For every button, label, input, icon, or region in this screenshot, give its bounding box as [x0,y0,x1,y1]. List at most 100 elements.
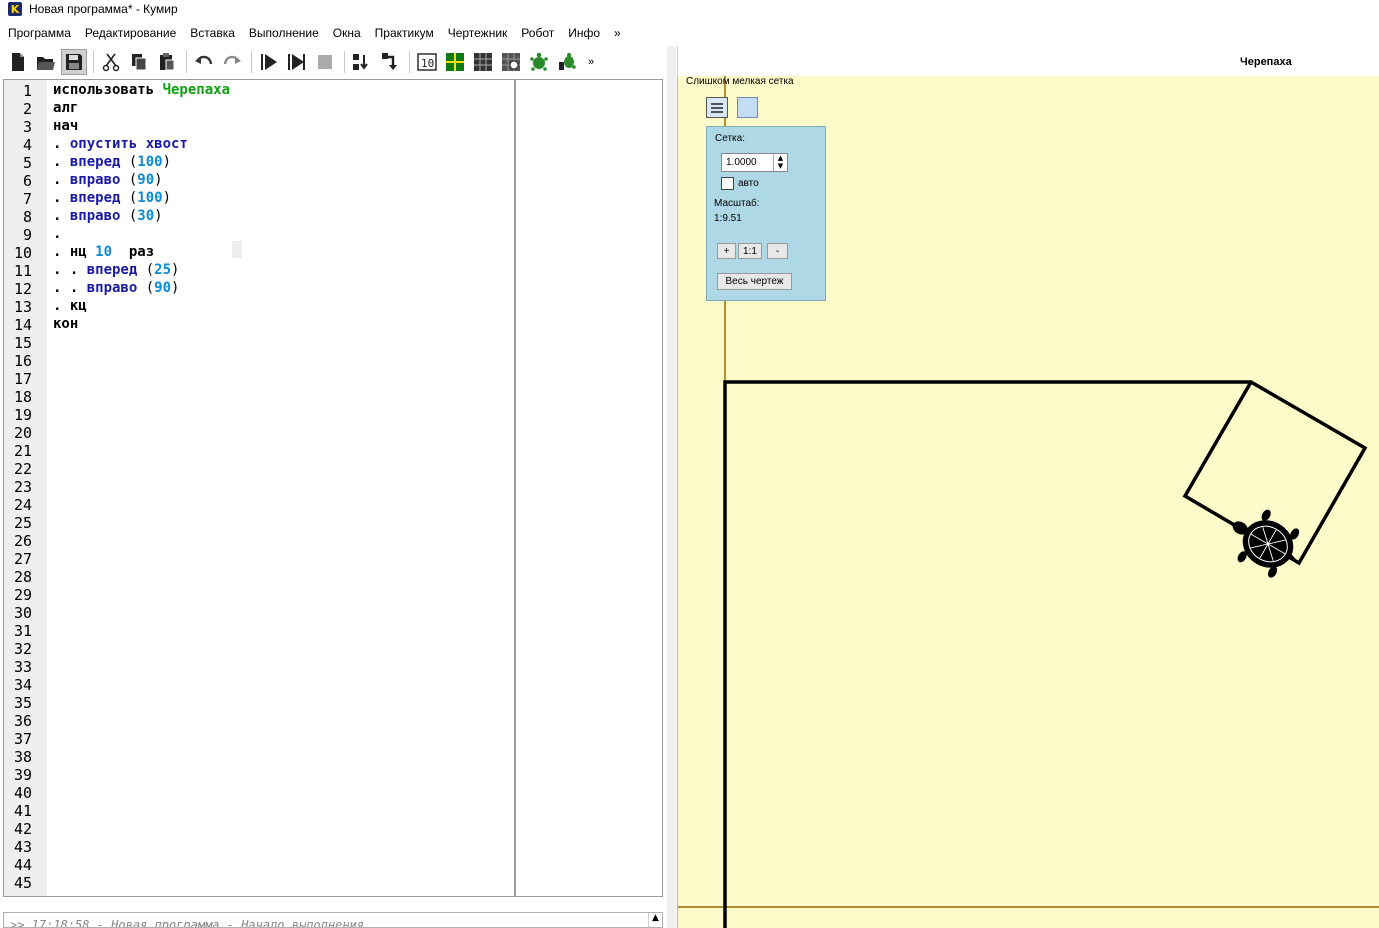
code-token: . [53,136,70,152]
grid-step-input[interactable]: 1.0000 ▲ ▼ [721,153,788,172]
line-number: 24 [13,496,32,514]
line-number: 2 [22,100,32,118]
code-token: вперед [69,190,121,206]
robot-icon[interactable] [498,49,524,75]
code-line[interactable]: . вправо (90) [53,172,163,190]
grid-step-spinner[interactable]: ▲ ▼ [773,154,787,171]
line-number: 29 [13,586,32,604]
code-line[interactable]: . кц [53,298,87,316]
run-icon[interactable] [256,49,282,75]
code-line[interactable]: кон [53,316,78,334]
zoom-reset-button[interactable]: 1:1 [738,243,762,259]
line-number: 8 [22,208,32,226]
turtle-canvas[interactable]: Слишком мелкая сетка Сетка: 1.0000 ▲ ▼ ав… [677,76,1379,928]
line-number: 17 [13,370,32,388]
scale-value: 1:9.51 [714,213,742,224]
code-line[interactable]: . вправо (30) [53,208,163,226]
line-number: 1 [22,82,32,100]
editor-margin-divider[interactable] [514,80,516,896]
code-line[interactable]: . [53,226,61,244]
code-token: ) [154,172,163,188]
menu-program[interactable]: Программа [2,26,79,40]
console-scroll-up-button[interactable]: ▲ [648,913,662,927]
code-line[interactable]: . вперед (100) [53,154,171,172]
turtle-alt-icon[interactable] [554,49,580,75]
menu-drawer[interactable]: Чертежник [442,26,516,40]
copy-icon[interactable] [126,49,152,75]
canvas-menu-button[interactable] [706,97,728,118]
turtle-icon[interactable] [526,49,552,75]
code-token: ( [137,262,155,278]
code-line[interactable]: алг [53,100,78,118]
line-number: 26 [13,532,32,550]
menu-run[interactable]: Выполнение [243,26,327,40]
menu-bar: Программа Редактирование Вставка Выполне… [0,22,629,44]
turtle-sprite-icon [1232,509,1300,578]
code-line[interactable]: . . вперед (25) [53,262,179,280]
grid-warning-text: Слишком мелкая сетка [686,76,794,87]
fit-drawing-button[interactable]: Весь чертеж [717,273,792,290]
code-token: ) [162,190,172,206]
code-token: 10 [95,244,113,260]
line-number: 15 [13,334,32,352]
counter-icon[interactable]: 10 [414,49,440,75]
code-token: . [53,154,70,170]
menu-practicum[interactable]: Практикум [369,26,442,40]
line-number: 25 [13,514,32,532]
code-line[interactable]: нач [53,118,78,136]
stop-icon[interactable] [312,49,338,75]
console-output[interactable]: >> 17:18:58 - Новая программа - Начало в… [3,912,663,928]
code-line[interactable]: . вперед (100) [53,190,171,208]
menu-info[interactable]: Инфо [562,26,608,40]
grid-label: Сетка: [715,133,745,144]
code-token: опустить хвост [69,136,188,152]
menu-more[interactable]: » [608,26,629,40]
title-bar: K Новая программа* - Кумир [0,0,1379,18]
grid-black-icon[interactable] [470,49,496,75]
grid-settings-panel: Сетка: 1.0000 ▲ ▼ авто Масштаб: 1:9.51 + … [706,126,826,301]
code-token: 25 [154,262,172,278]
line-number: 7 [22,190,32,208]
zoom-out-button[interactable]: - [767,243,788,259]
auto-grid-checkbox[interactable] [721,177,734,190]
code-token: вперед [86,262,138,278]
line-number: 12 [13,280,32,298]
line-number: 16 [13,352,32,370]
redo-icon[interactable] [219,49,245,75]
line-number: 43 [13,838,32,856]
code-editor[interactable]: 1 2 3 4 5 6 7 8 9 10 11 12 13 14 15 16 17 18 19 20 21 22 23 24 2… [3,79,663,897]
code-token: ( [137,280,155,296]
code-line[interactable]: . нц 10 раз [53,244,154,262]
menu-insert[interactable]: Вставка [184,26,243,40]
menu-robot[interactable]: Робот [515,26,562,40]
code-line[interactable]: . опустить хвост [53,136,188,154]
code-line[interactable]: использовать Черепаха [53,82,230,100]
grid-green-icon[interactable] [442,49,468,75]
step-out-icon[interactable] [377,49,403,75]
open-folder-icon[interactable] [33,49,59,75]
code-token: вправо [69,208,121,224]
zoom-in-button[interactable]: + [717,243,736,259]
code-token: ( [120,208,138,224]
new-file-icon[interactable] [5,49,31,75]
paste-icon[interactable] [154,49,180,75]
menu-windows[interactable]: Окна [327,26,369,40]
save-icon[interactable] [61,49,87,75]
canvas-panel-toggle-button[interactable] [737,97,758,118]
cut-icon[interactable] [98,49,124,75]
code-token: . [53,172,70,188]
code-token: раз [112,244,155,260]
code-token: вперед [69,154,121,170]
step-into-icon[interactable] [349,49,375,75]
turtle-panel-header: Черепаха [677,46,1379,76]
menu-edit[interactable]: Редактирование [79,26,184,40]
code-token: ) [154,208,163,224]
code-line[interactable]: . . вправо (90) [53,280,179,298]
toolbar-more-button[interactable]: » [588,56,594,68]
console-message: >> 17:18:58 - Новая программа - Начало в… [10,918,365,928]
undo-icon[interactable] [191,49,217,75]
toolbar-separator [251,51,252,73]
step-run-icon[interactable] [284,49,310,75]
turtle-trail [723,380,1368,928]
panel-splitter[interactable] [667,46,676,928]
